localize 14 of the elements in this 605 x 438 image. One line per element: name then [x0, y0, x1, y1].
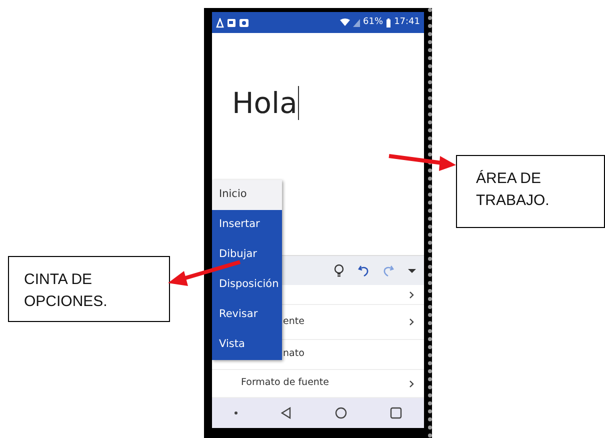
ribbon-tab[interactable]: Revisar	[212, 300, 282, 330]
annotation-label: ÁREA DE TRABAJO.	[456, 155, 605, 228]
option-label: Formato de fuente	[240, 376, 330, 390]
annotation-label: CINTA DE OPCIONES.	[8, 256, 170, 322]
ribbon-tab[interactable]: Vista	[212, 330, 282, 360]
clock-time: 17:41	[394, 16, 420, 29]
document-text: Hola	[232, 86, 300, 120]
ribbon-tab[interactable]: Dibujar	[212, 240, 282, 270]
option-label: nato	[282, 347, 306, 362]
ribbon-tab[interactable]: Inicio	[212, 180, 282, 210]
option-label: ente	[282, 314, 306, 329]
ribbon-tab[interactable]: Disposición	[212, 270, 282, 300]
battery-level: 61%	[363, 16, 384, 29]
ribbon-tab[interactable]: Insertar	[212, 210, 282, 240]
